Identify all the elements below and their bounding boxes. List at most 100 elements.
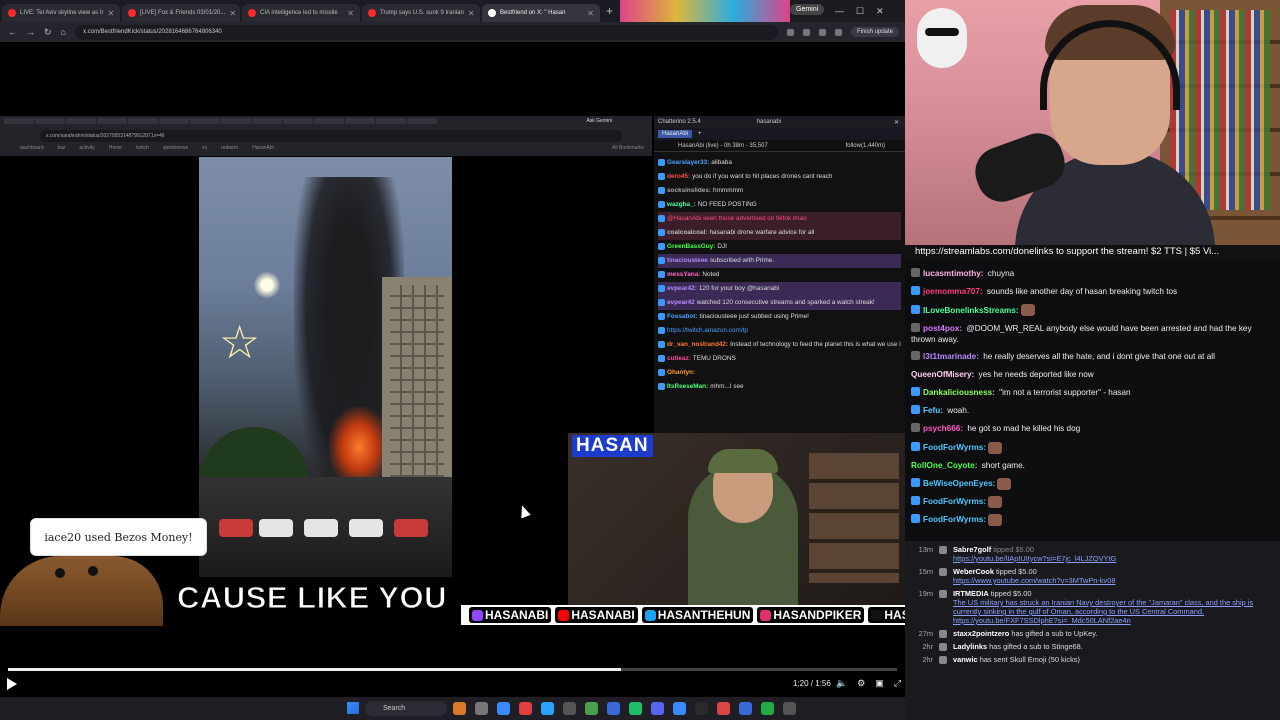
tab-close-icon[interactable]: ✕: [468, 9, 475, 18]
new-tab-button[interactable]: +: [606, 4, 613, 18]
event-name[interactable]: WeberCook: [953, 567, 994, 576]
event-name[interactable]: Sabre7golf: [953, 545, 991, 554]
chat-username[interactable]: ItsReeseMan:: [667, 383, 708, 390]
chat-username[interactable]: FoodForWyrms:: [923, 515, 986, 524]
shared-tab: [4, 118, 34, 124]
chat-username[interactable]: Fossabot:: [667, 313, 698, 320]
taskbar-app-icon[interactable]: [541, 702, 554, 715]
extension-icon[interactable]: [818, 28, 826, 36]
extension-icon[interactable]: [802, 28, 810, 36]
event-name[interactable]: staxx2pointzero: [953, 629, 1009, 638]
chat-username[interactable]: Dankaliciousness:: [923, 388, 995, 397]
chat-username[interactable]: lucasmtimothy:: [923, 269, 984, 278]
taskbar-app-icon[interactable]: [761, 702, 774, 715]
tab-close-icon[interactable]: ✕: [229, 9, 236, 18]
chat-username[interactable]: evpear42:: [667, 285, 697, 292]
chat-username[interactable]: ILoveBonelinksStreams:: [923, 306, 1019, 315]
chat-username[interactable]: FoodForWyrms:: [923, 497, 986, 506]
taskbar-app-icon[interactable]: [563, 702, 576, 715]
chat-username[interactable]: evpear42: [667, 299, 695, 306]
chat-username[interactable]: GreenBassGuy:: [667, 243, 715, 250]
chat-username[interactable]: coalcoalcoal:: [667, 229, 708, 236]
event-detail[interactable]: https://youtu.be/lIApIUItycw?si=E7jc_l4L…: [953, 554, 1274, 563]
play-icon[interactable]: [7, 678, 17, 690]
chat-badge-icon: [658, 354, 665, 362]
taskbar-app-icon[interactable]: [739, 702, 752, 715]
tab-favicon-icon: [128, 9, 136, 17]
chat-username[interactable]: FoodForWyrms:: [923, 443, 986, 452]
chat-username[interactable]: l3t1tmarinade:: [923, 352, 979, 361]
tab-close-icon[interactable]: ✕: [347, 9, 354, 18]
chat-username[interactable]: dr_van_nostrand42:: [667, 341, 728, 348]
add-tab-icon[interactable]: +: [698, 131, 702, 137]
home-icon[interactable]: ⌂: [61, 27, 66, 37]
url-field[interactable]: x.com/BestfriendKick/status/202816468676…: [74, 24, 778, 40]
event-name[interactable]: Ladylinks: [953, 642, 987, 651]
event-detail[interactable]: https://www.youtube.com/watch?v=3MTwPn-k…: [953, 576, 1274, 585]
chat-username[interactable]: tinaciousteee: [667, 257, 708, 264]
browser-tab[interactable]: Bestfriend on X: " Hasan ✕: [482, 4, 600, 22]
chatterino-tab[interactable]: HasanAbi: [658, 130, 693, 138]
maximize-icon[interactable]: ☐: [856, 6, 864, 17]
chat-badge-icon: [658, 368, 665, 376]
taskbar-app-icon[interactable]: [783, 702, 796, 715]
settings-icon[interactable]: ⚙: [857, 678, 865, 689]
browser-tab[interactable]: Trump says U.S. sunk 9 Iranian ✕: [362, 4, 480, 22]
minimize-icon[interactable]: —: [835, 6, 844, 16]
close-icon[interactable]: ✕: [876, 6, 884, 17]
chat-username[interactable]: cutieaz:: [667, 355, 691, 362]
extension-icon[interactable]: [834, 28, 842, 36]
event-name[interactable]: vanwic: [953, 655, 978, 664]
chat-username[interactable]: wazgha_:: [667, 201, 696, 208]
browser-tab[interactable]: CIA intelligence led to missile ✕: [242, 4, 360, 22]
taskbar-app-icon[interactable]: [475, 702, 488, 715]
browser-tab[interactable]: [LIVE] Fox & Friends 03/01/20... ✕: [122, 4, 240, 22]
volume-icon[interactable]: 🔈: [836, 678, 847, 689]
video-progress-bar[interactable]: [8, 668, 897, 671]
browser-tab[interactable]: LIVE: Tel Aviv skyline view as Ir ✕: [2, 4, 120, 22]
extension-icon[interactable]: [786, 28, 794, 36]
embedded-video-frame[interactable]: ☆: [199, 157, 452, 577]
chat-username[interactable]: Fefu:: [923, 406, 943, 415]
forward-icon[interactable]: →: [26, 27, 35, 37]
chatterino-close-icon[interactable]: ✕: [894, 119, 899, 126]
event-detail[interactable]: The US military has struck an Iranian Na…: [953, 598, 1274, 625]
taskbar-search[interactable]: Search: [365, 701, 447, 716]
tab-close-icon[interactable]: ✕: [107, 9, 114, 18]
taskbar-app-icon[interactable]: [585, 702, 598, 715]
taskbar-app-icon[interactable]: [695, 702, 708, 715]
taskbar-app-icon[interactable]: [651, 702, 664, 715]
chat-promo-banner: https://streamlabs.com/donelinks to supp…: [905, 245, 1280, 259]
chat-username[interactable]: BeWiseOpenEyes:: [923, 479, 995, 488]
car: [349, 519, 383, 537]
tab-close-icon[interactable]: ✕: [587, 9, 594, 18]
taskbar-app-icon[interactable]: [673, 702, 686, 715]
windows-start-icon[interactable]: [347, 702, 359, 714]
taskbar-app-icon[interactable]: [453, 702, 466, 715]
chat-username[interactable]: socksinslides:: [667, 187, 711, 194]
chat-message: psych666: he got so mad he killed his do…: [911, 420, 1274, 438]
chat-username[interactable]: QueenOfMisery:: [911, 370, 974, 379]
chat-username[interactable]: joemomma707:: [923, 287, 983, 296]
fullscreen-icon[interactable]: ⤢: [894, 678, 901, 689]
chat-username[interactable]: RollOne_Coyote:: [911, 461, 977, 470]
taskbar-app-icon[interactable]: [629, 702, 642, 715]
taskbar-app-icon[interactable]: [497, 702, 510, 715]
chat-badge-icon: [658, 284, 665, 292]
chat-username[interactable]: Gearslayer33:: [667, 159, 709, 166]
finish-update-button[interactable]: Finish update: [850, 27, 899, 37]
chat-username[interactable]: dero45:: [667, 173, 690, 180]
chat-badge-icon: [911, 268, 920, 277]
back-icon[interactable]: ←: [8, 27, 17, 37]
taskbar-app-icon[interactable]: [519, 702, 532, 715]
event-name[interactable]: IRTMEDIA: [953, 589, 989, 598]
gemini-button[interactable]: Gemini: [790, 4, 825, 15]
taskbar-app-icon[interactable]: [607, 702, 620, 715]
chat-username[interactable]: psych666:: [923, 424, 963, 433]
reload-icon[interactable]: ↻: [44, 27, 52, 38]
pip-icon[interactable]: ▣: [875, 678, 884, 689]
chat-username[interactable]: post4pox:: [923, 324, 962, 333]
taskbar-app-icon[interactable]: [717, 702, 730, 715]
chat-username[interactable]: messYana:: [667, 271, 700, 278]
chat-username[interactable]: Ohantyn:: [667, 369, 695, 376]
